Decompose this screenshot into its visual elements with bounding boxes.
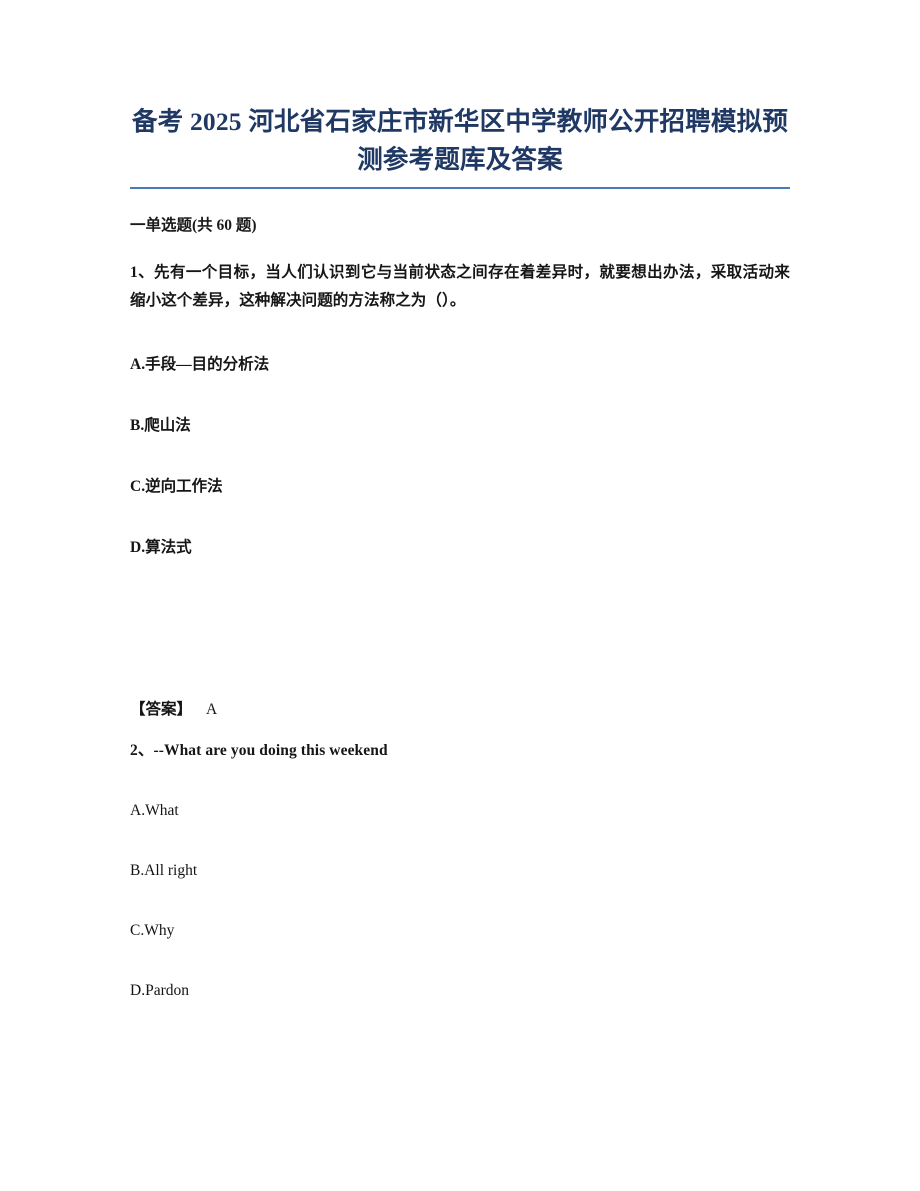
option-d[interactable]: D.Pardon — [130, 980, 790, 1002]
question-2-stem: 2、--What are you doing this weekend — [130, 742, 388, 759]
question-1-options: A.手段—目的分析法 B.爬山法 C.逆向工作法 D.算法式 — [130, 354, 790, 559]
document-content: 备考 2025 河北省石家庄市新华区中学教师公开招聘模拟预测参考题库及答案 一单… — [130, 0, 790, 1002]
question-2-block: 2、--What are you doing this weekend A.Wh… — [130, 740, 790, 1002]
answer-value: A — [206, 701, 218, 718]
option-a[interactable]: A.What — [130, 800, 790, 822]
option-b[interactable]: B.All right — [130, 860, 790, 882]
option-c[interactable]: C.逆向工作法 — [130, 476, 790, 498]
option-c[interactable]: C.Why — [130, 920, 790, 942]
question-1-stem: 1、先有一个目标，当人们认识到它与当前状态之间存在着差异时，就要想出办法，采取活… — [130, 264, 790, 309]
section-header: 一单选题(共 60 题) — [130, 217, 257, 234]
question-1-answer: 【答案】 A — [130, 699, 790, 721]
option-a[interactable]: A.手段—目的分析法 — [130, 354, 790, 376]
option-d[interactable]: D.算法式 — [130, 537, 790, 559]
document-page: 备考 2025 河北省石家庄市新华区中学教师公开招聘模拟预测参考题库及答案 一单… — [0, 0, 920, 1191]
option-b[interactable]: B.爬山法 — [130, 415, 790, 437]
answer-label: 【答案】 — [130, 701, 193, 718]
title-divider — [130, 187, 790, 189]
question-2-options: A.What B.All right C.Why D.Pardon — [130, 800, 790, 1002]
page-title: 备考 2025 河北省石家庄市新华区中学教师公开招聘模拟预测参考题库及答案 — [131, 107, 789, 174]
